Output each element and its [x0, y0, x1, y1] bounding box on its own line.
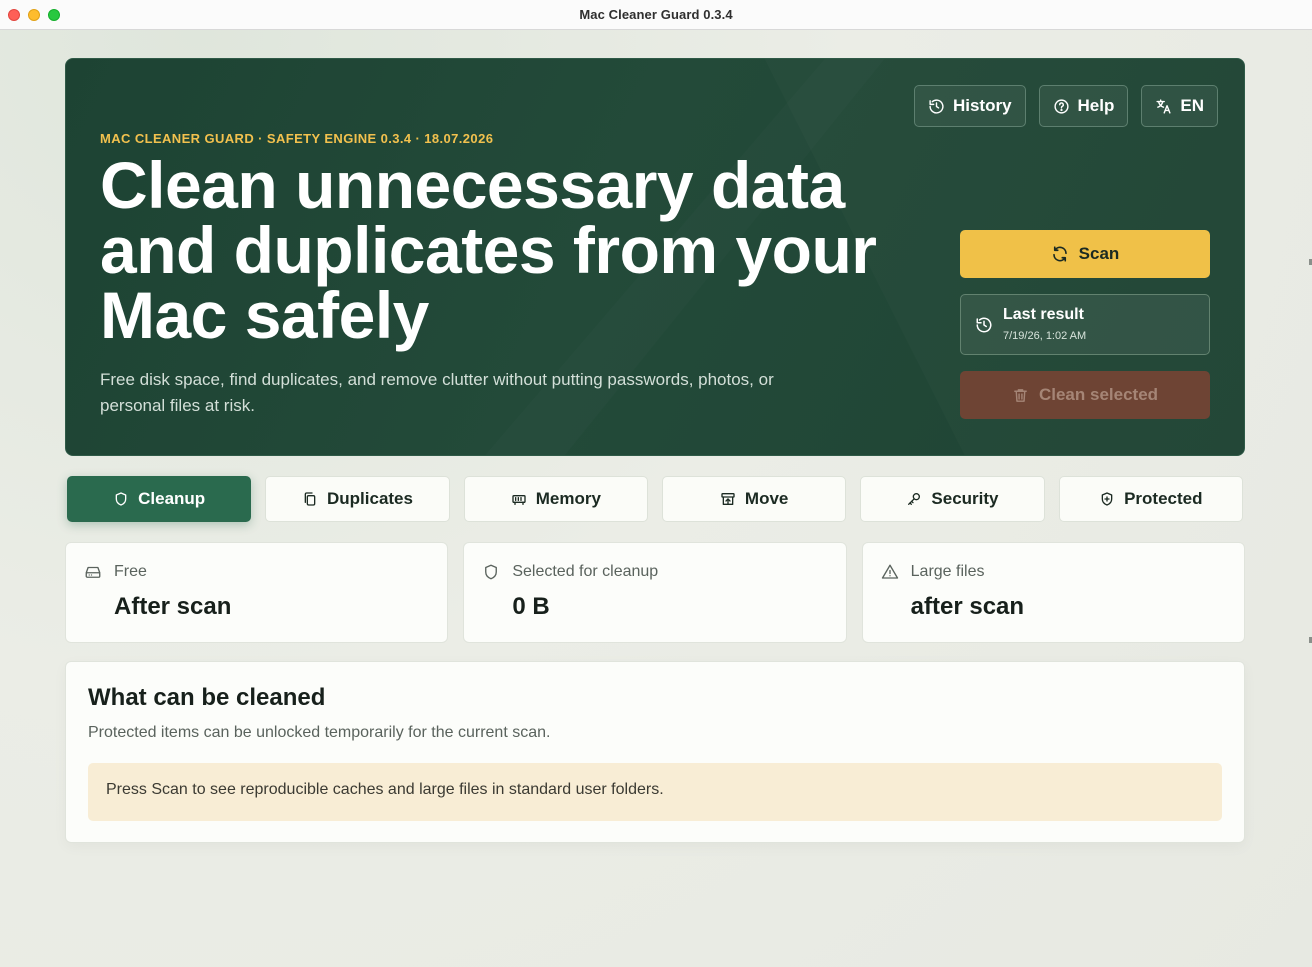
history-icon: [976, 317, 992, 333]
hero-headline: Clean unnecessary data and duplicates fr…: [100, 148, 877, 352]
warning-icon: [881, 564, 898, 579]
help-icon: [1053, 98, 1069, 114]
tab-security[interactable]: Security: [860, 476, 1045, 522]
window-title: Mac Cleaner Guard 0.3.4: [579, 7, 733, 22]
language-button[interactable]: EN: [1141, 85, 1218, 127]
tab-move[interactable]: Move: [661, 476, 847, 522]
stat-label: Free: [114, 563, 147, 580]
cleanable-title: What can be cleaned: [88, 684, 326, 711]
stat-label: Selected for cleanup: [512, 563, 659, 580]
stat-value: after scan: [910, 593, 1025, 620]
cleanable-subtitle: Protected items can be unlocked temporar…: [88, 724, 551, 741]
archive-icon: [721, 493, 735, 505]
translate-icon: [1156, 98, 1171, 114]
history-button[interactable]: History: [913, 85, 1026, 127]
stat-card-free: Free After scan: [65, 542, 449, 643]
scan-button[interactable]: Scan: [960, 230, 1210, 278]
key-icon: [908, 493, 921, 505]
app-window: Mac Cleaner Guard 0.3.4 History Help EN …: [0, 0, 1312, 967]
stat-value: After scan: [114, 593, 232, 620]
stat-value: 0 B: [512, 593, 550, 620]
stats-row: Free After scan Selected for cleanup 0 B…: [65, 542, 1245, 643]
stat-card-large-files: Large files after scan: [861, 542, 1245, 643]
tab-label: Duplicates: [327, 489, 413, 508]
clean-selected-button[interactable]: Clean selected: [960, 371, 1210, 419]
shield-plus-icon: [1101, 492, 1113, 506]
tab-label: Security: [931, 489, 999, 508]
hero-subtext: Free disk space, find duplicates, and re…: [100, 370, 774, 415]
hero-eyebrow: MAC CLEANER GUARD · SAFETY ENGINE 0.3.4 …: [100, 131, 494, 146]
copy-icon: [304, 492, 316, 506]
shield-icon: [485, 564, 498, 580]
scan-label: Scan: [1078, 244, 1120, 263]
tab-duplicates[interactable]: Duplicates: [265, 476, 450, 522]
tab-label: Move: [744, 489, 789, 508]
tab-memory[interactable]: Memory: [463, 476, 648, 522]
cleanable-panel: What can be cleaned Protected items can …: [65, 661, 1245, 843]
help-button[interactable]: Help: [1038, 85, 1129, 127]
last-result-card[interactable]: Last result 7/19/26, 1:02 AM: [960, 294, 1210, 355]
memory-icon: [512, 495, 526, 505]
trash-icon: [1014, 388, 1027, 402]
title-bar: Mac Cleaner Guard 0.3.4: [0, 0, 1312, 30]
stat-label: Large files: [910, 563, 985, 580]
tab-cleanup[interactable]: Cleanup: [67, 476, 252, 522]
drive-icon: [85, 566, 101, 578]
section-tabs: Cleanup Duplicates Memory Move Security …: [67, 476, 1243, 522]
hero-top-actions: History Help EN: [913, 85, 1218, 127]
stat-card-selected: Selected for cleanup 0 B: [463, 542, 847, 643]
clean-selected-label: Clean selected: [1038, 385, 1159, 404]
tab-label: Cleanup: [138, 489, 206, 508]
refresh-icon: [1052, 246, 1067, 262]
tab-label: Protected: [1124, 489, 1203, 508]
language-label: EN: [1180, 96, 1204, 115]
history-label: History: [952, 96, 1012, 115]
help-label: Help: [1077, 96, 1115, 115]
history-icon: [929, 98, 944, 114]
shield-icon: [115, 492, 127, 506]
last-result-time: 7/19/26, 1:02 AM: [1003, 330, 1087, 342]
last-result-title: Last result: [1003, 306, 1084, 323]
tab-label: Memory: [535, 489, 601, 508]
tab-protected[interactable]: Protected: [1058, 476, 1243, 522]
scan-notice: Press Scan to see reproducible caches an…: [88, 763, 1222, 821]
hero-panel: History Help EN MAC CLEANER GUARD · SAFE…: [65, 58, 1245, 456]
